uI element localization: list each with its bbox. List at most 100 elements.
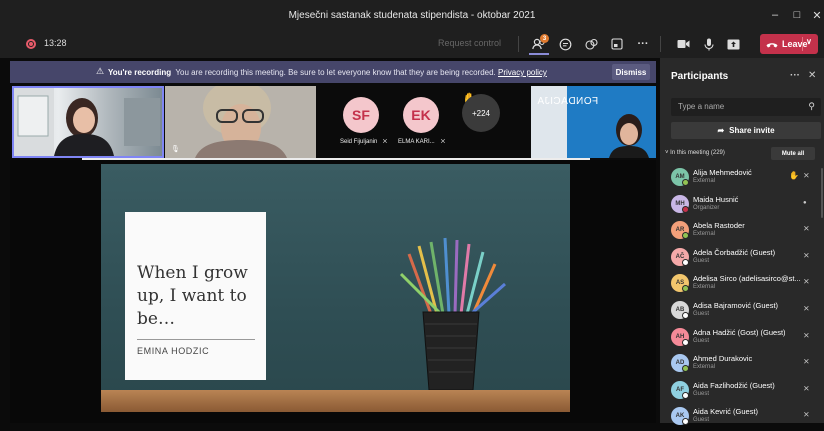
participant-row[interactable]: AK Aida Kevrić (Guest) Guest ⨯ [671, 405, 821, 431]
raised-hand-icon: ✋ [789, 171, 799, 180]
participant-name: Abela Rastoder [693, 221, 745, 231]
divider [137, 339, 255, 340]
mic-off-icon: 🎙 [171, 146, 180, 153]
participant-role: Guest [693, 337, 710, 344]
active-tab-indicator [529, 53, 549, 55]
mute-all-button[interactable]: Mute all [771, 147, 815, 160]
participant-row[interactable]: AS Adelisa Sirco (adelisasirco@st... Exter… [671, 272, 821, 298]
minimize-icon[interactable]: – [764, 0, 786, 30]
wooden-shelf [101, 390, 570, 412]
participant-name: Maida Husnić [693, 194, 739, 204]
mic-icon [704, 38, 714, 50]
more-actions-icon[interactable]: ··· [632, 34, 654, 54]
search-icon: ⚲ [808, 101, 815, 111]
window-title-bar: Mjesečni sastanak studenata stipendista … [0, 0, 824, 30]
presence-status-icon [682, 285, 689, 293]
participant-name: Adisa Bajramović (Guest) [693, 301, 779, 310]
warning-icon: ⚠ [96, 66, 105, 76]
leave-label: Leave [782, 39, 808, 49]
participant-row[interactable]: MH Maida Husnić Organizer ● [671, 193, 821, 219]
slide-headline: When I grow up, I want to be… [137, 263, 248, 329]
share-screen-icon [727, 39, 739, 49]
meeting-timer: 13:28 [44, 38, 67, 48]
section-header[interactable]: ˅ In this meeting (229) [665, 150, 725, 156]
presence-status-icon [682, 312, 689, 319]
mic-off-icon: ⨯ [803, 304, 810, 313]
meeting-controls-bar: 13:28 Request control 3 ··· [0, 30, 824, 58]
mic-off-icon: ⨯ [803, 224, 810, 234]
divider [802, 37, 803, 51]
close-icon[interactable]: ✕ [808, 70, 816, 81]
participant-name: Alija Mehmedović [693, 168, 752, 177]
scrollbar[interactable] [821, 168, 823, 218]
recording-title: You're recording [108, 68, 172, 77]
panel-title: Participants [671, 71, 729, 82]
participant-row[interactable]: AH Adna Hadžić (Gost) (Guest) Guest ⨯ [671, 326, 821, 352]
presence-status-icon [682, 338, 689, 346]
avatar[interactable]: SF [343, 97, 379, 133]
maximize-icon[interactable]: □ [786, 0, 808, 30]
camera-button[interactable] [672, 34, 694, 54]
participant-name: Adelisa Sirco (adelisasirco@st... [693, 274, 801, 284]
participant-role: External [693, 364, 716, 371]
request-control-button[interactable]: Request control [438, 38, 501, 48]
reactions-button[interactable] [580, 34, 602, 54]
participant-row[interactable]: AB Adisa Bajramović (Guest) Guest ⨯ [671, 299, 821, 325]
participant-name: ELMA KARI... [398, 139, 435, 145]
mic-icon: ● [803, 199, 807, 206]
more-options-icon[interactable]: ··· [790, 70, 800, 81]
title-card: When I grow up, I want to be… EMINA HODZ… [125, 212, 266, 380]
chevron-down-icon[interactable]: ∨ [806, 37, 812, 46]
video-tile-participant[interactable]: 🎙 [165, 86, 316, 158]
mic-off-icon: ⨯ [803, 383, 810, 393]
mic-off-icon: ⨯ [803, 410, 810, 420]
window-title: Mjesečni sastanak studenata stipendista … [288, 9, 536, 21]
camera-icon [677, 40, 689, 48]
video-tile-speaker[interactable] [12, 86, 164, 158]
participant-row[interactable]: AR Abela Rastoder External ⨯ [671, 219, 821, 245]
people-count-badge: 3 [540, 34, 549, 43]
mic-off-icon: ⨯ [803, 171, 810, 180]
pencil-cup-image [399, 237, 506, 391]
more-participants-button[interactable]: +224 [462, 94, 500, 132]
share-invite-button[interactable]: ➦ Share invite [671, 122, 821, 139]
participant-video [165, 86, 316, 158]
chat-icon [559, 38, 571, 50]
presence-status-icon [682, 258, 689, 266]
participant-row[interactable]: AČ Adela Čorbadžić (Guest) Guest ⨯ [671, 246, 821, 272]
mic-off-icon: ⨯ [440, 138, 446, 145]
presence-status-icon [682, 179, 689, 186]
brand-text: FONDACIJA [537, 96, 599, 107]
participant-name: Aida Fazlihodžić (Guest) [693, 380, 775, 390]
participant-row[interactable]: AM Alija Mehmedović External ✋ ⨯ [671, 166, 821, 192]
leave-button[interactable]: Leave ∨ [760, 34, 818, 54]
video-tile-participant[interactable]: FONDACIJA [531, 86, 656, 158]
breakout-rooms-icon [611, 38, 623, 50]
dismiss-button[interactable]: Dismiss [612, 64, 650, 80]
rooms-button[interactable] [606, 34, 628, 54]
mic-off-icon: ⨯ [803, 250, 810, 260]
privacy-policy-link[interactable]: Privacy policy [498, 68, 547, 77]
share-screen-button[interactable] [722, 34, 744, 54]
share-invite-label: Share invite [729, 126, 775, 135]
participant-row[interactable]: AF Aida Fazlihodžić (Guest) Guest ⨯ [671, 379, 821, 405]
participant-row[interactable]: AD Ahmed Durakovic External ⨯ [671, 352, 821, 378]
participant-name: Adela Čorbadžić (Guest) [693, 247, 776, 257]
participant-role: External [693, 178, 716, 184]
avatar[interactable]: EK [403, 97, 439, 133]
participant-name: Seid Fijuljanin [340, 139, 378, 145]
recording-message: You are recording this meeting. Be sure … [175, 68, 496, 77]
search-input[interactable]: Type a name ⚲ [671, 98, 821, 116]
chat-button[interactable] [554, 34, 576, 54]
hang-up-icon [766, 42, 778, 47]
presence-status-icon [682, 418, 689, 426]
presence-status-icon [682, 391, 689, 399]
participant-role: Guest [693, 257, 710, 264]
participants-button[interactable]: 3 [528, 34, 550, 54]
shared-slide: When I grow up, I want to be… EMINA HODZ… [101, 164, 570, 412]
microphone-button[interactable] [698, 34, 720, 54]
slide-author: EMINA HODZIC [137, 346, 210, 356]
close-icon[interactable]: ✕ [806, 0, 824, 30]
share-icon: ➦ [717, 126, 725, 135]
participant-role: Guest [693, 390, 710, 397]
